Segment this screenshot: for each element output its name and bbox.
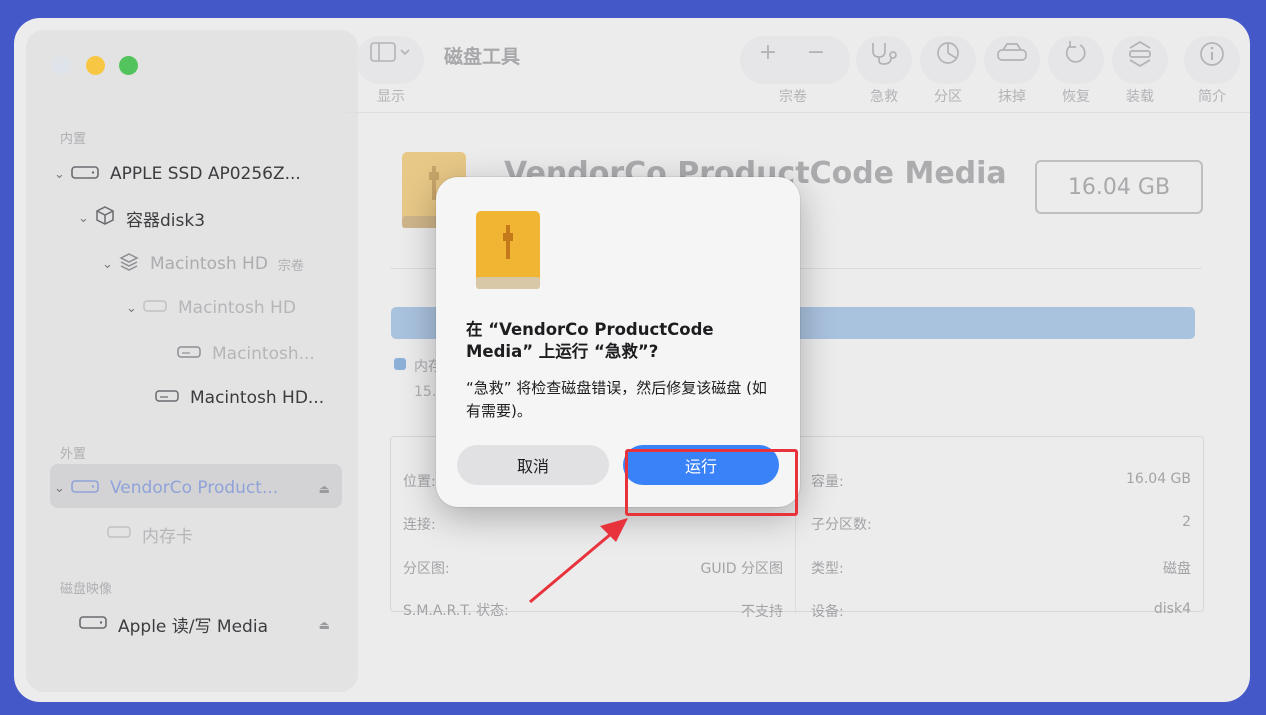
connection-label: 连接: xyxy=(403,517,436,533)
volume-icon xyxy=(176,343,202,366)
child-count-label: 子分区数: xyxy=(811,517,872,533)
pie-chart-icon[interactable] xyxy=(924,40,972,72)
sidebar-item-label: 内存卡 xyxy=(142,526,193,547)
partition-map-value: GUID 分区图 xyxy=(700,561,783,577)
info-label: 简介 xyxy=(1198,89,1226,105)
child-count-value: 2 xyxy=(1182,514,1191,530)
section-disk-images: 磁盘映像 xyxy=(60,582,113,597)
chevron-down-icon[interactable]: ⌄ xyxy=(102,257,118,272)
layers-icon xyxy=(118,251,140,278)
sidebar-item-vendorco[interactable]: ⌄ VendorCo Product... xyxy=(54,468,278,508)
dialog-message: “急救” 将检查磁盘错误，然后修复该磁盘 (如有需要)。 xyxy=(466,379,767,420)
sidebar: 内置 ⌄ APPLE SSD AP0256Z... ⌄ 容器disk3 ⌄ Ma… xyxy=(26,30,358,692)
sidebar-item-macintosh-hd-data[interactable]: Macintosh HD... xyxy=(154,378,324,418)
chevron-down-icon[interactable]: ⌄ xyxy=(126,301,142,316)
close-window-button[interactable] xyxy=(52,56,71,75)
partition-label: 分区 xyxy=(934,89,962,105)
chevron-down-icon[interactable]: ⌄ xyxy=(54,167,70,182)
volume-icon xyxy=(106,523,132,546)
info-icon[interactable] xyxy=(1188,40,1236,74)
minimize-window-button[interactable] xyxy=(86,56,105,75)
device-label: 设备: xyxy=(811,604,844,620)
toolbar-divider xyxy=(346,112,1250,113)
annotation-arrow-icon xyxy=(529,518,628,604)
type-label: 类型: xyxy=(811,561,844,577)
section-internal: 内置 xyxy=(60,132,87,147)
usb-drive-icon xyxy=(476,211,540,291)
type-value: 磁盘 xyxy=(1163,561,1191,577)
sidebar-toggle-icon[interactable] xyxy=(368,40,414,70)
volume-icon xyxy=(154,387,180,410)
sidebar-item-label: Macintosh... xyxy=(212,344,315,364)
sidebar-item-macintosh-hd[interactable]: ⌄ Macintosh HD xyxy=(126,288,296,328)
plus-icon[interactable]: + xyxy=(754,40,782,65)
chevron-down-icon[interactable]: ⌄ xyxy=(54,481,70,496)
disk-image-drive-icon xyxy=(78,612,108,637)
location-label: 位置: xyxy=(403,474,436,490)
mount-icon[interactable] xyxy=(1116,40,1164,74)
legend-swatch xyxy=(394,358,406,370)
first-aid-label: 急救 xyxy=(870,89,898,105)
sidebar-item-apple-rw-media[interactable]: Apple 读/写 Media xyxy=(78,604,268,644)
erase-label: 抹掉 xyxy=(998,89,1026,105)
eject-icon[interactable]: ⏏ xyxy=(319,618,330,632)
chevron-down-icon[interactable]: ⌄ xyxy=(78,211,94,226)
sidebar-item-label: Macintosh HD... xyxy=(190,388,325,408)
partition-map-label: 分区图: xyxy=(403,561,450,577)
stethoscope-icon[interactable] xyxy=(860,40,908,72)
sidebar-item-macintosh-snapshot[interactable]: Macintosh... xyxy=(176,334,315,374)
sidebar-item-label: APPLE SSD AP0256Z... xyxy=(110,164,301,184)
app-title: 磁盘工具 xyxy=(444,46,521,68)
sidebar-item-label: VendorCo Product... xyxy=(110,478,279,498)
erase-drive-icon[interactable] xyxy=(988,40,1036,72)
device-size: 16.04 GB xyxy=(1035,160,1203,214)
internal-drive-icon xyxy=(70,162,100,187)
sidebar-item-memory-card[interactable]: 内存卡 xyxy=(106,514,193,554)
eject-icon[interactable]: ⏏ xyxy=(319,482,330,496)
minus-icon[interactable]: − xyxy=(802,40,830,65)
annotation-highlight-box xyxy=(625,449,798,516)
sidebar-item-label: 容器disk3 xyxy=(126,210,206,231)
cancel-button[interactable]: 取消 xyxy=(457,445,609,485)
dialog-title: 在 “VendorCo ProductCode Media” 上运行 “急救”? xyxy=(466,320,714,361)
sidebar-item-label: Apple 读/写 Media xyxy=(118,616,268,637)
container-cube-icon xyxy=(94,205,116,232)
sidebar-item-label: Macintosh HD xyxy=(150,254,268,274)
view-label: 显示 xyxy=(377,89,405,105)
sidebar-item-label: Macintosh HD xyxy=(178,298,296,318)
sidebar-item-macintosh-hd-volume-group[interactable]: ⌄ Macintosh HD 宗卷 xyxy=(102,244,304,284)
zoom-window-button[interactable] xyxy=(119,56,138,75)
sidebar-item-container[interactable]: ⌄ 容器disk3 xyxy=(78,198,205,238)
capacity-label: 容量: xyxy=(811,474,844,490)
volume-group-tag: 宗卷 xyxy=(277,258,304,274)
sidebar-item-apple-ssd[interactable]: ⌄ APPLE SSD AP0256Z... xyxy=(54,154,301,194)
mount-label: 装载 xyxy=(1126,89,1154,105)
smart-status-value: 不支持 xyxy=(741,604,783,620)
restore-label: 恢复 xyxy=(1062,89,1090,105)
external-drive-icon xyxy=(70,476,100,501)
smart-status-label: S.M.A.R.T. 状态: xyxy=(403,603,509,619)
volume-icon xyxy=(142,297,168,320)
section-external: 外置 xyxy=(60,447,87,462)
device-value: disk4 xyxy=(1153,601,1191,617)
restore-arrow-icon[interactable] xyxy=(1052,40,1100,72)
volume-label: 宗卷 xyxy=(779,89,807,105)
capacity-value: 16.04 GB xyxy=(1126,471,1191,487)
